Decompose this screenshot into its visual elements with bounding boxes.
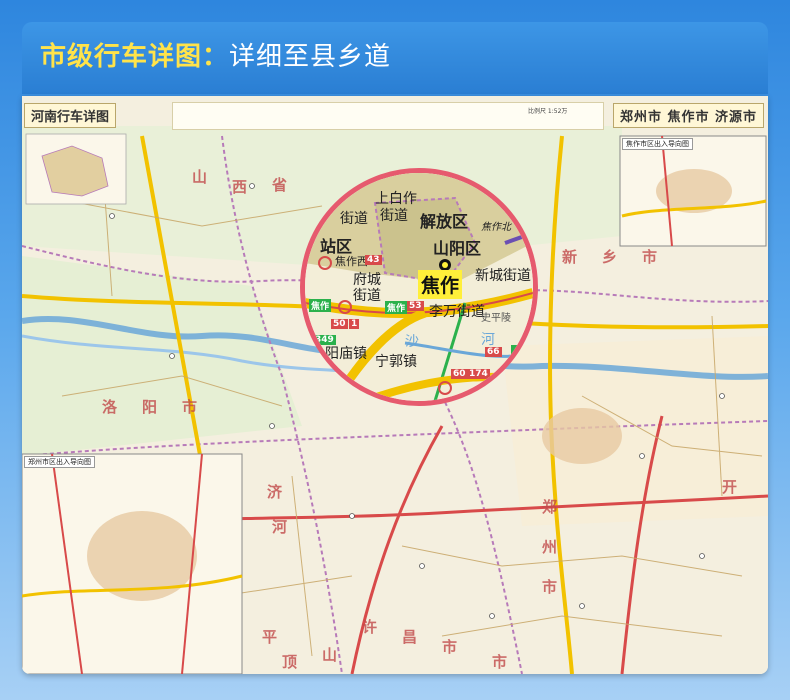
headline-highlight: 市级行车详图： bbox=[40, 42, 230, 72]
route-shield: 43 bbox=[365, 255, 382, 265]
region-label: 市 bbox=[182, 398, 198, 416]
region-label: 市 bbox=[542, 578, 558, 596]
inset-label-jiaozuo: 焦作市区出入导向图 bbox=[622, 138, 693, 150]
mag-label: 史平陵 bbox=[481, 313, 511, 324]
region-label: 开 bbox=[722, 478, 738, 496]
expressway-tag: 焦作 bbox=[385, 301, 408, 314]
region-label: 乡 bbox=[602, 248, 618, 266]
inset-label-zhengzhou: 郑州市区出入导向图 bbox=[24, 456, 95, 468]
region-label: 山 bbox=[192, 168, 208, 186]
product-frame: 市级行车详图：详细至县乡道 河南行车详图 比例尺 1:52万 郑州市 焦作市 济… bbox=[0, 0, 790, 700]
mag-label: 焦作西 bbox=[335, 255, 368, 268]
region-label: 市 bbox=[492, 653, 508, 671]
scale-label: 比例尺 1:52万 bbox=[528, 108, 568, 115]
mag-label: 街道 bbox=[353, 288, 381, 304]
region-label: 山 bbox=[322, 646, 338, 664]
mag-label: 街道 bbox=[340, 211, 368, 227]
region-label: 西 bbox=[232, 178, 248, 196]
mag-label: 李万街道 bbox=[429, 304, 485, 320]
region-label: 河 bbox=[272, 518, 288, 536]
route-shield: 1 bbox=[349, 319, 360, 329]
map-title-left: 河南行车详图 bbox=[24, 103, 117, 128]
mag-city-center: 焦作 bbox=[418, 270, 463, 299]
mag-label: 焦作北 bbox=[481, 222, 511, 233]
mag-label: 新城街道 bbox=[475, 268, 531, 284]
region-label: 阳 bbox=[142, 398, 158, 416]
route-shield: 50 bbox=[331, 319, 348, 329]
mag-label: 解放区 bbox=[420, 212, 469, 231]
region-label: 济 bbox=[267, 483, 283, 501]
mag-label: 街道 bbox=[380, 208, 408, 224]
mag-label: 山阳区 bbox=[433, 239, 482, 258]
mag-label: 阳庙镇 bbox=[325, 346, 367, 362]
route-shield: 66 bbox=[485, 347, 502, 357]
headline: 市级行车详图：详细至县乡道 bbox=[40, 36, 391, 73]
route-shield: 60 bbox=[451, 369, 468, 379]
region-label: 省 bbox=[272, 176, 288, 194]
region-label: 市 bbox=[642, 248, 658, 266]
region-label: 顶 bbox=[282, 653, 298, 671]
region-label: 昌 bbox=[402, 628, 418, 646]
magnifier-lens: 上白作 解放区 街道 街道 站区 山阳区 焦作北 焦作西 府城 街道 新城街道 … bbox=[300, 168, 538, 406]
route-shield: 349 bbox=[313, 335, 336, 345]
map-title-right: 郑州市 焦作市 济源市 bbox=[612, 103, 764, 128]
headline-rest: 详细至县乡道 bbox=[229, 42, 392, 72]
mag-label: 沙 bbox=[405, 334, 419, 350]
region-label: 郑 bbox=[542, 498, 558, 516]
region-label: 平 bbox=[262, 628, 278, 646]
region-label: 洛 bbox=[102, 398, 118, 416]
expressway-tag: 焦作 bbox=[309, 299, 332, 312]
region-label: 州 bbox=[542, 538, 558, 556]
region-label: 新 bbox=[562, 248, 578, 266]
route-shield: 53 bbox=[407, 301, 424, 311]
mag-label: 河 bbox=[481, 332, 495, 348]
route-shield: 174 bbox=[467, 369, 490, 379]
region-label: 许 bbox=[362, 618, 378, 636]
region-label: 市 bbox=[442, 638, 458, 656]
mag-label: 宁郭镇 bbox=[375, 354, 417, 370]
mag-label: 修 bbox=[511, 345, 526, 361]
